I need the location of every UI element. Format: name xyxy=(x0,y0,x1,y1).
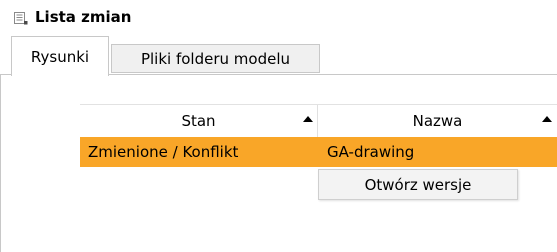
column-header-nazwa-label: Nazwa xyxy=(412,112,463,130)
column-header-nazwa[interactable]: Nazwa xyxy=(318,105,557,137)
tab-pliki-folderu-modelu[interactable]: Pliki folderu modelu xyxy=(111,44,320,73)
panel-title-bar: Lista zmian xyxy=(0,0,557,36)
table-row[interactable]: Zmienione / Konflikt GA-drawing xyxy=(80,137,557,167)
cell-stan: Zmienione / Konflikt xyxy=(88,143,239,161)
panel-title: Lista zmian xyxy=(35,8,132,26)
sort-ascending-icon xyxy=(542,116,552,122)
list-icon xyxy=(14,12,28,25)
tab-rysunki[interactable]: Rysunki xyxy=(11,36,109,76)
sort-ascending-icon xyxy=(303,116,313,122)
column-header-stan[interactable]: Stan xyxy=(80,105,318,137)
cell-nazwa: GA-drawing xyxy=(327,143,415,161)
context-menu-item-label: Otwórz wersje xyxy=(364,175,472,194)
column-header-stan-label: Stan xyxy=(181,112,216,130)
tab-strip: Rysunki Pliki folderu modelu xyxy=(0,36,557,76)
grid-header: Stan Nazwa xyxy=(80,104,557,138)
context-menu-item-otworz-wersje[interactable]: Otwórz wersje xyxy=(318,169,518,200)
